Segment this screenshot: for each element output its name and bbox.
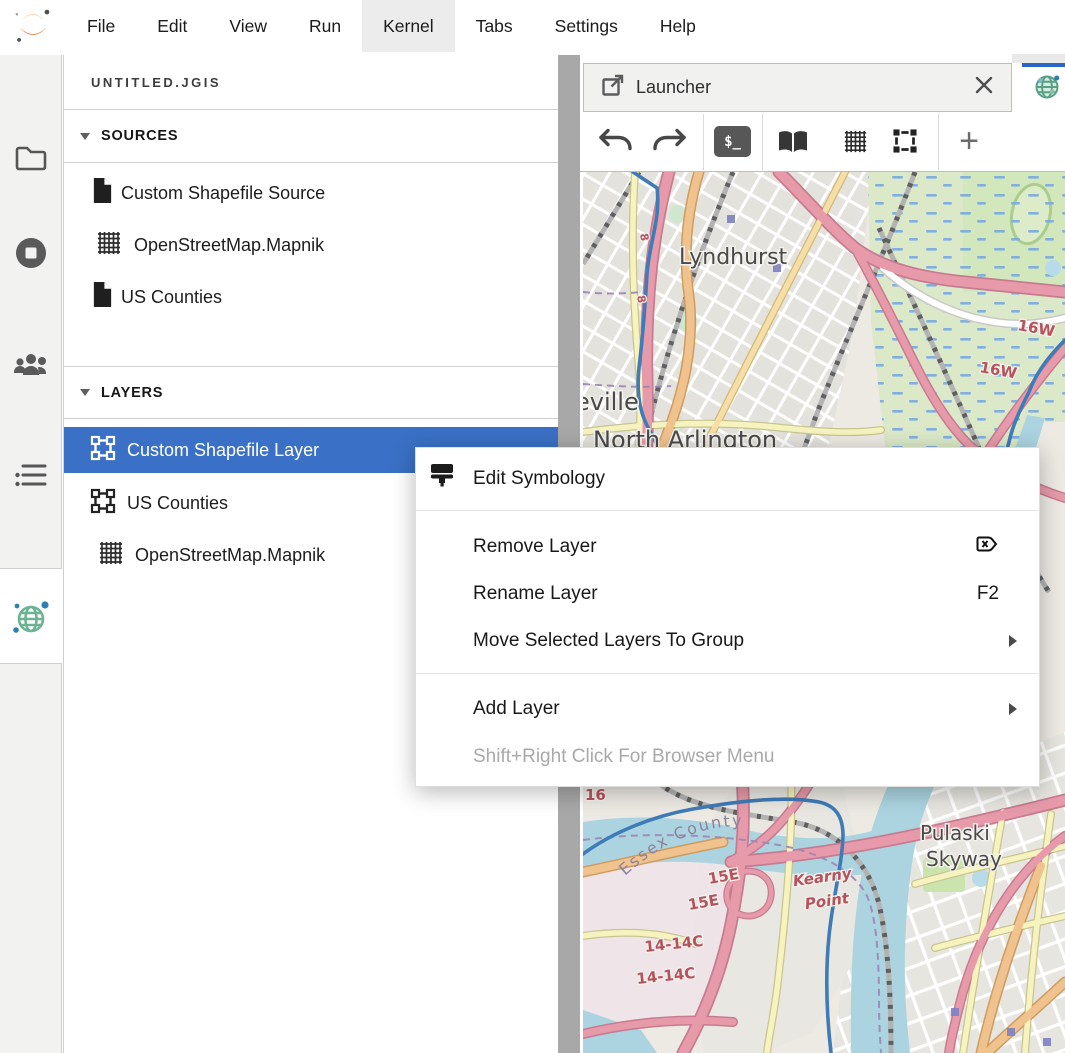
plus-icon: +: [959, 122, 979, 161]
remove-layer-icon: [975, 534, 999, 560]
tab-launcher[interactable]: Launcher: [583, 63, 1012, 112]
collaboration-users-icon[interactable]: [12, 351, 50, 384]
toolbar-divider: [938, 114, 939, 170]
menu-kernel[interactable]: Kernel: [362, 0, 455, 52]
terminal-glyph: $_: [724, 134, 741, 150]
context-menu-add-layer[interactable]: Add Layer: [416, 685, 1039, 733]
context-menu-rename-layer[interactable]: Rename Layer F2: [416, 570, 1039, 617]
layer-item-label: US Counties: [127, 493, 228, 514]
context-menu-item-label: Rename Layer: [473, 583, 598, 605]
sources-section-header[interactable]: SOURCES: [64, 110, 558, 163]
layer-item-label: OpenStreetMap.Mapnik: [135, 545, 325, 566]
tab-launcher-label: Launcher: [636, 77, 711, 98]
map-label-skyway: Skyway: [926, 847, 1002, 871]
jgis-toolbar: [580, 112, 1065, 172]
context-menu-divider: [416, 673, 1039, 674]
context-menu-move-to-group[interactable]: Move Selected Layers To Group: [416, 617, 1039, 665]
paintbrush-icon: [431, 464, 454, 494]
toolbar-divider: [703, 114, 704, 170]
context-menu-item-label: Remove Layer: [473, 536, 597, 558]
menu-tabs[interactable]: Tabs: [455, 0, 534, 52]
submenu-arrow-icon: [1009, 703, 1017, 715]
vector-layer-icon: [88, 486, 118, 521]
file-icon: [91, 280, 114, 314]
document-title: UNTITLED.JGIS: [64, 55, 558, 110]
close-icon[interactable]: [973, 74, 995, 101]
launcher-icon: [600, 72, 626, 103]
file-icon: [91, 176, 114, 210]
menu-file[interactable]: File: [66, 0, 136, 52]
redo-icon[interactable]: [650, 126, 688, 157]
activity-bar-top: [0, 55, 62, 569]
source-item-label: US Counties: [121, 287, 222, 308]
menu-run[interactable]: Run: [288, 0, 362, 52]
chevron-down-icon: [80, 133, 90, 140]
shortcut-label: F2: [977, 583, 999, 605]
context-menu-item-label: Shift+Right Click For Browser Menu: [473, 746, 774, 768]
menu-view[interactable]: View: [208, 0, 288, 52]
context-menu-edit-symbology[interactable]: Edit Symbology: [416, 448, 1039, 510]
toolbar-divider: [762, 114, 763, 170]
map-ref-16: 16: [585, 786, 606, 804]
tab-untitled-jgis[interactable]: [1022, 63, 1065, 112]
map-label-belleville: eville: [583, 388, 639, 416]
add-raster-grid-icon[interactable]: [842, 128, 869, 160]
application-window: File Edit View Run Kernel Tabs Settings …: [0, 0, 1065, 1053]
map-label-lyndhurst: Lyndhurst: [679, 245, 788, 270]
source-item-label: Custom Shapefile Source: [121, 183, 325, 204]
menu-settings[interactable]: Settings: [534, 0, 639, 52]
context-menu-browser-menu-hint: Shift+Right Click For Browser Menu: [416, 733, 1039, 781]
context-menu-divider: [416, 510, 1039, 511]
main-menu-bar: File Edit View Run Kernel Tabs Settings …: [0, 0, 1065, 52]
context-menu-remove-layer[interactable]: Remove Layer: [416, 523, 1039, 570]
new-launcher-plus-button[interactable]: +: [951, 118, 987, 164]
menu-edit[interactable]: Edit: [136, 0, 208, 52]
source-item-openstreetmap[interactable]: OpenStreetMap.Mapnik: [64, 221, 558, 269]
add-vector-layer-icon[interactable]: [888, 124, 922, 163]
layers-section-label: LAYERS: [101, 385, 163, 401]
globe-icon: [1032, 72, 1062, 107]
undo-icon[interactable]: [597, 126, 635, 157]
map-label-pulaski: Pulaski: [920, 821, 990, 845]
terminal-icon[interactable]: $_: [714, 126, 751, 157]
activity-bar-active-zone: [0, 569, 62, 663]
sources-section-label: SOURCES: [101, 128, 178, 144]
tab-bar-background: [1012, 54, 1065, 63]
jupyter-logo-icon: [0, 0, 66, 52]
chevron-down-icon: [80, 389, 90, 396]
submenu-arrow-icon: [1009, 635, 1017, 647]
layers-section-header[interactable]: LAYERS: [64, 366, 558, 419]
activity-bar-bottom: [0, 663, 62, 1053]
raster-grid-icon: [97, 539, 125, 572]
layer-item-label: Custom Shapefile Layer: [127, 440, 319, 461]
running-kernels-icon[interactable]: [13, 235, 49, 276]
story-book-icon[interactable]: [776, 128, 810, 161]
source-item-us-counties[interactable]: US Counties: [64, 273, 558, 321]
source-item-custom-shapefile[interactable]: Custom Shapefile Source: [64, 169, 558, 217]
jupytergis-globe-icon[interactable]: [11, 598, 51, 643]
file-browser-icon[interactable]: [14, 143, 48, 178]
vector-layer-icon: [88, 433, 118, 468]
layer-context-menu: Edit Symbology Remove Layer Rename Layer…: [415, 447, 1040, 787]
context-menu-item-label: Add Layer: [473, 698, 560, 720]
context-menu-item-label: Edit Symbology: [473, 468, 605, 490]
table-of-contents-icon[interactable]: [14, 461, 48, 494]
source-item-label: OpenStreetMap.Mapnik: [134, 235, 324, 256]
context-menu-item-label: Move Selected Layers To Group: [473, 630, 744, 652]
menu-help[interactable]: Help: [639, 0, 717, 52]
raster-grid-icon: [95, 229, 123, 262]
